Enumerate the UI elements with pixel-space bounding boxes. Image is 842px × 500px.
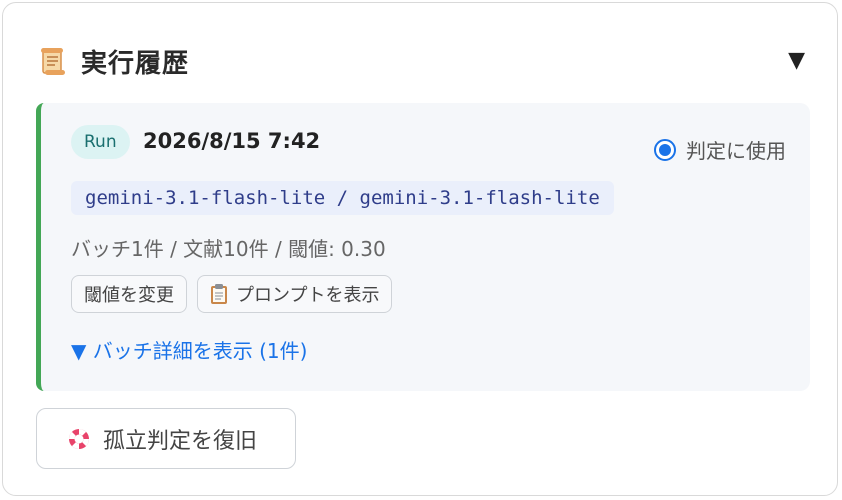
restore-orphan-judgement-button[interactable]: 孤立判定を復旧 (36, 408, 296, 469)
model-chip: gemini-3.1-flash-lite / gemini-3.1-flash… (71, 181, 614, 215)
panel-title: 実行履歴 (81, 48, 190, 79)
change-threshold-label: 閾値を変更 (84, 285, 174, 306)
run-meta: バッチ1件 / 文献10件 / 閾値: 0.30 (71, 237, 386, 261)
run-history-panel: 実行履歴 ▼ Run 2026/8/15 7:42 判定に使用 gemini-3… (2, 2, 838, 496)
batch-details-label: ▼ バッチ詳細を表示 (1件) (71, 339, 308, 363)
show-prompt-button[interactable]: プロンプトを表示 (197, 275, 393, 313)
use-for-judgement-radio[interactable]: 判定に使用 (654, 135, 786, 164)
scroll-icon (41, 48, 65, 75)
batch-details-link[interactable]: ▼ バッチ詳細を表示 (1件) (71, 335, 307, 364)
action-buttons: 閾値を変更 プロンプトを表示 (71, 275, 393, 313)
run-badge: Run (71, 125, 130, 159)
lifebuoy-icon (68, 428, 90, 449)
run-timestamp: 2026/8/15 7:42 (143, 129, 321, 153)
panel-header: 実行履歴 ▼ (39, 41, 805, 81)
collapse-toggle-icon[interactable]: ▼ (788, 50, 805, 72)
radio-dot (659, 143, 671, 156)
clipboard-icon (211, 284, 227, 304)
change-threshold-button[interactable]: 閾値を変更 (71, 275, 187, 313)
use-for-judgement-label: 判定に使用 (686, 139, 786, 163)
show-prompt-label: プロンプトを表示 (236, 285, 380, 306)
restore-button-label: 孤立判定を復旧 (103, 428, 258, 454)
radio-selected-icon[interactable] (654, 138, 676, 161)
run-card: Run 2026/8/15 7:42 判定に使用 gemini-3.1-flas… (36, 103, 810, 391)
